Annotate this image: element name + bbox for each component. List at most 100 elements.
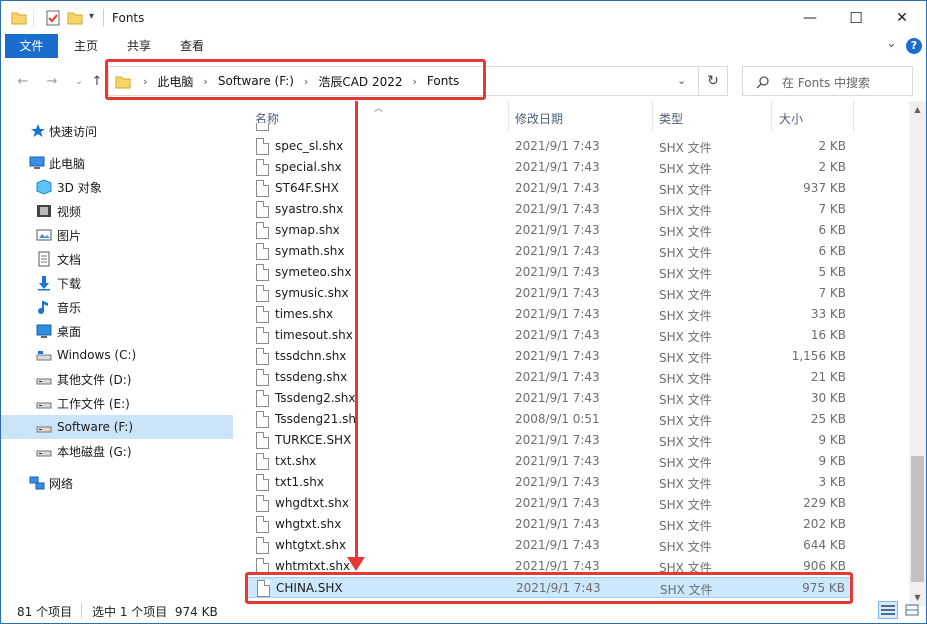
file-row[interactable]: whtmtxt.shx 2021/9/1 7:43 SHX 文件 906 KB [246, 556, 853, 577]
sort-caret-icon: ︿ [374, 104, 384, 114]
file-row[interactable]: tssdeng.shx 2021/9/1 7:43 SHX 文件 21 KB [246, 367, 853, 388]
maximize-button[interactable]: ☐ [833, 1, 879, 34]
tab-home[interactable]: 主页 [65, 34, 107, 58]
file-row[interactable]: whtgtxt.shx 2021/9/1 7:43 SHX 文件 644 KB [246, 535, 853, 556]
breadcrumb-separator[interactable]: › [413, 75, 417, 88]
breadcrumb-this-pc[interactable]: 此电脑 [157, 73, 193, 90]
sidebar-item-pictures[interactable]: 图片 [1, 223, 233, 247]
search-box[interactable]: 在 Fonts 中搜索 [742, 66, 913, 96]
file-row[interactable]: symeteo.shx 2021/9/1 7:43 SHX 文件 5 KB [246, 262, 853, 283]
file-row[interactable]: whgtxt.shx 2021/9/1 7:43 SHX 文件 202 KB [246, 514, 853, 535]
file-name: tssdchn.shx [275, 349, 347, 363]
file-icon [256, 390, 269, 407]
downloads-icon [38, 276, 50, 291]
file-row[interactable]: txt.shx 2021/9/1 7:43 SHX 文件 9 KB [246, 451, 853, 472]
sidebar-item-this-pc[interactable]: 此电脑 [1, 151, 233, 175]
up-button[interactable]: ↑ [87, 71, 107, 91]
sidebar-item-drive-c[interactable]: Windows (C:) [1, 343, 233, 367]
sidebar-item-drive-e[interactable]: 工作文件 (E:) [1, 391, 233, 415]
expand-ribbon-icon[interactable]: ⌄ [886, 36, 897, 51]
selected-file-row[interactable]: CHINA.SHX 2021/9/1 7:43 SHX 文件 975 KB [246, 577, 853, 598]
file-date: 2021/9/1 7:43 [516, 581, 601, 595]
close-button[interactable]: ✕ [879, 1, 925, 34]
forward-button[interactable]: → [42, 71, 62, 91]
file-name: symeteo.shx [275, 265, 352, 279]
sidebar-item-label: 桌面 [57, 324, 82, 339]
file-row[interactable]: txt1.shx 2021/9/1 7:43 SHX 文件 3 KB [246, 472, 853, 493]
computer-icon [29, 156, 45, 169]
scroll-up-arrow-icon[interactable]: ▲ [909, 101, 926, 118]
file-row[interactable]: symap.shx 2021/9/1 7:43 SHX 文件 6 KB [246, 220, 853, 241]
breadcrumb-cad-folder[interactable]: 浩辰CAD 2022 [318, 73, 402, 90]
file-row[interactable]: timesout.shx 2021/9/1 7:43 SHX 文件 16 KB [246, 325, 853, 346]
address-bar[interactable]: › 此电脑 › Software (F:) › 浩辰CAD 2022 › Fon… [108, 66, 728, 96]
recent-locations-button[interactable]: ⌄ [69, 71, 89, 91]
file-row[interactable]: symusic.shx 2021/9/1 7:43 SHX 文件 7 KB [246, 283, 853, 304]
tab-file[interactable]: 文件 [5, 34, 58, 58]
file-row[interactable]: TURKCE.SHX 2021/9/1 7:43 SHX 文件 9 KB [246, 430, 853, 451]
file-type: SHX 文件 [659, 393, 712, 407]
file-date: 2021/9/1 7:43 [515, 307, 600, 321]
file-row[interactable]: spec_sl.shx 2021/9/1 7:43 SHX 文件 2 KB [246, 136, 853, 157]
help-icon[interactable]: ? [906, 38, 922, 54]
file-row[interactable]: special.shx 2021/9/1 7:43 SHX 文件 2 KB [246, 157, 853, 178]
drive-icon [36, 378, 52, 385]
divider [33, 9, 34, 27]
file-icon [256, 558, 269, 575]
large-icons-view-button[interactable] [902, 601, 922, 619]
sidebar-item-quick-access[interactable]: 快速访问 [1, 119, 233, 143]
file-type: SHX 文件 [659, 477, 712, 491]
file-row[interactable]: Tssdeng21.shx 2008/9/1 0:51 SHX 文件 25 KB [246, 409, 853, 430]
file-row[interactable]: syastro.shx 2021/9/1 7:43 SHX 文件 7 KB [246, 199, 853, 220]
drive-icon [36, 450, 52, 457]
sidebar-item-downloads[interactable]: 下载 [1, 271, 233, 295]
navigation-pane: 快速访问 此电脑 3D 对象 视频 图片 文档 下载 音乐 桌面 Windows… [1, 111, 233, 591]
file-name: symap.shx [275, 223, 340, 237]
sidebar-item-desktop[interactable]: 桌面 [1, 319, 233, 343]
list-item-partial[interactable] [246, 123, 853, 132]
file-size: 1,156 KB [791, 349, 846, 363]
sidebar-item-network[interactable]: 网络 [1, 471, 233, 495]
file-row[interactable]: symath.shx 2021/9/1 7:43 SHX 文件 6 KB [246, 241, 853, 262]
scroll-thumb[interactable] [911, 456, 924, 582]
file-row[interactable]: Tssdeng2.shx 2021/9/1 7:43 SHX 文件 30 KB [246, 388, 853, 409]
minimize-button[interactable]: — [787, 1, 833, 34]
breadcrumb-software-drive[interactable]: Software (F:) [218, 74, 294, 88]
file-icon [256, 222, 269, 239]
breadcrumb-separator[interactable]: › [143, 75, 147, 88]
new-folder-icon[interactable] [67, 10, 83, 26]
sidebar-item-videos[interactable]: 视频 [1, 199, 233, 223]
file-icon [256, 474, 269, 491]
file-name: special.shx [275, 160, 342, 174]
explorer-window: ▾ Fonts — ☐ ✕ 文件 主页 共享 查看 ⌄ ? ← → ⌄ ↑ › … [0, 0, 927, 624]
file-date: 2021/9/1 7:43 [515, 139, 600, 153]
file-row[interactable]: whgdtxt.shx 2021/9/1 7:43 SHX 文件 229 KB [246, 493, 853, 514]
tab-view[interactable]: 查看 [171, 34, 213, 58]
breadcrumb-fonts[interactable]: Fonts [427, 74, 459, 88]
properties-icon[interactable] [45, 10, 61, 26]
sidebar-item-drive-f[interactable]: Software (F:) [1, 415, 233, 439]
file-size: 2 KB [818, 160, 846, 174]
star-icon [31, 124, 45, 137]
vertical-scrollbar[interactable]: ▲ ▼ [909, 101, 926, 606]
customize-toolbar-icon[interactable]: ▾ [89, 11, 94, 22]
file-row[interactable]: tssdchn.shx 2021/9/1 7:43 SHX 文件 1,156 KB [246, 346, 853, 367]
details-view-button[interactable] [878, 601, 898, 619]
sidebar-item-music[interactable]: 音乐 [1, 295, 233, 319]
file-date: 2021/9/1 7:43 [515, 538, 600, 552]
file-type: SHX 文件 [659, 498, 712, 512]
refresh-button[interactable]: ↻ [698, 66, 728, 96]
sidebar-item-3d-objects[interactable]: 3D 对象 [1, 175, 233, 199]
file-row[interactable]: times.shx 2021/9/1 7:43 SHX 文件 33 KB [246, 304, 853, 325]
breadcrumb-separator[interactable]: › [304, 75, 308, 88]
breadcrumb-separator[interactable]: › [203, 75, 207, 88]
file-size: 202 KB [803, 517, 846, 531]
sidebar-item-drive-d[interactable]: 其他文件 (D:) [1, 367, 233, 391]
sidebar-item-documents[interactable]: 文档 [1, 247, 233, 271]
file-row[interactable]: ST64F.SHX 2021/9/1 7:43 SHX 文件 937 KB [246, 178, 853, 199]
column-divider[interactable] [853, 101, 854, 131]
back-button[interactable]: ← [13, 71, 33, 91]
address-dropdown-icon[interactable]: ⌄ [677, 74, 686, 87]
tab-share[interactable]: 共享 [118, 34, 160, 58]
sidebar-item-drive-g[interactable]: 本地磁盘 (G:) [1, 439, 233, 463]
